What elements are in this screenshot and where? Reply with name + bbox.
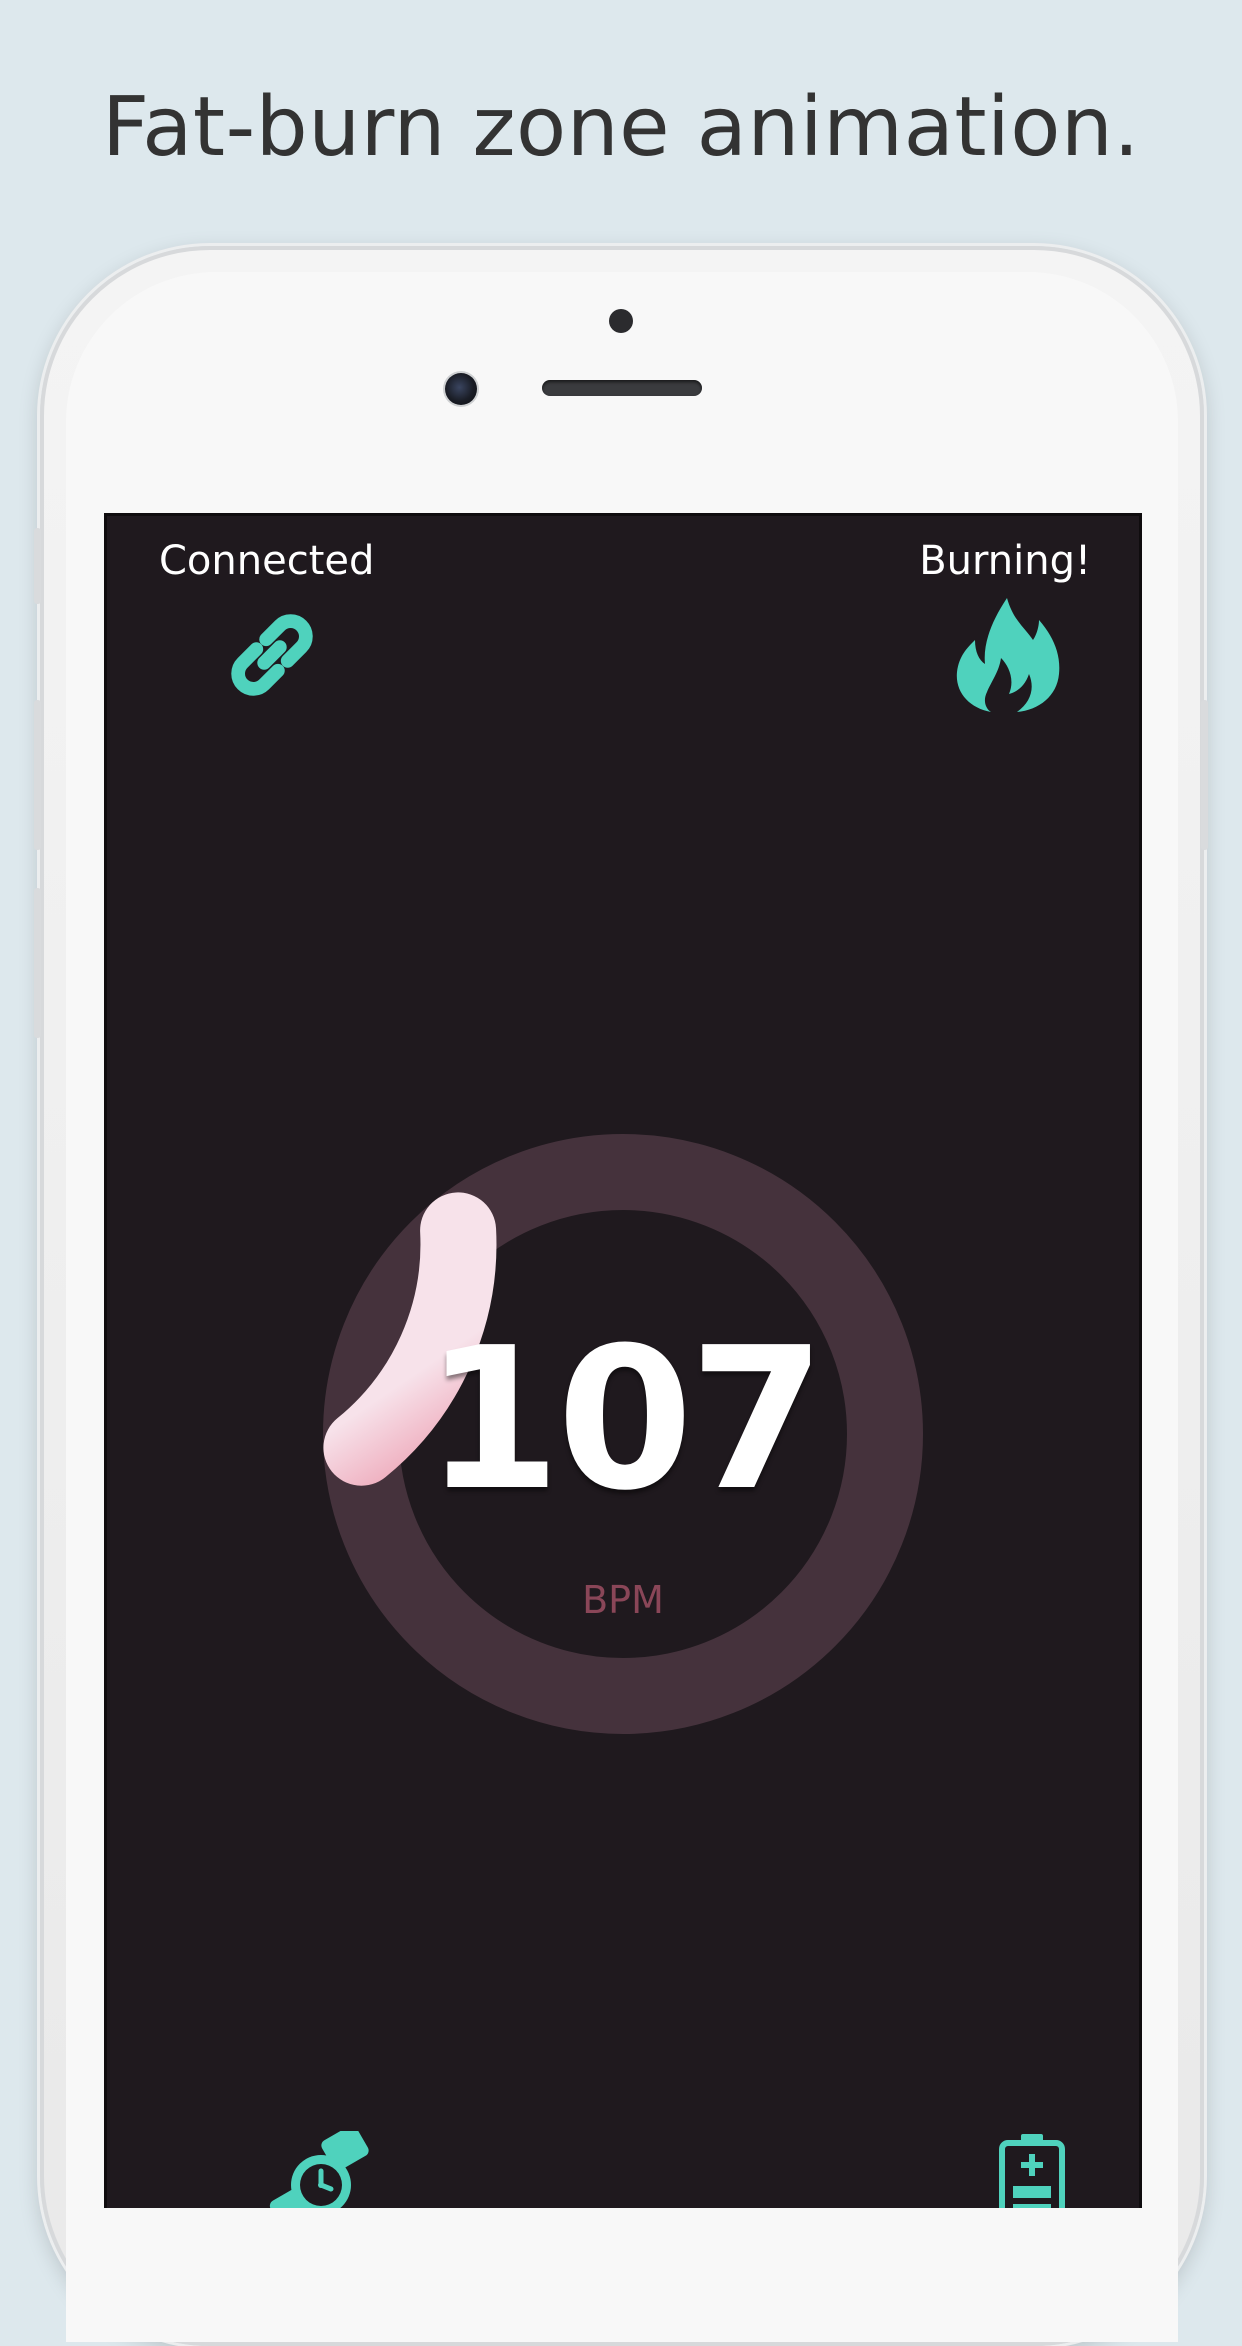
watch-icon[interactable] bbox=[265, 2131, 381, 2208]
battery-icon[interactable] bbox=[999, 2134, 1065, 2208]
link-icon[interactable] bbox=[223, 606, 321, 704]
connection-status-label: Connected bbox=[159, 538, 375, 584]
bpm-value: 107 bbox=[424, 1306, 825, 1534]
proximity-sensor bbox=[609, 309, 633, 333]
power-button bbox=[1201, 700, 1208, 850]
volume-down-button bbox=[34, 888, 41, 1038]
front-camera bbox=[445, 373, 477, 405]
flame-icon bbox=[956, 598, 1060, 712]
app-screen: Connected Burning! 107 BPM bbox=[104, 513, 1142, 2208]
zone-status-label: Burning! bbox=[919, 538, 1091, 584]
bpm-unit-label: BPM bbox=[582, 1578, 664, 1622]
volume-up-button bbox=[34, 700, 41, 850]
mute-switch bbox=[34, 528, 41, 604]
earpiece-speaker bbox=[542, 380, 702, 396]
caption-title: Fat-burn zone animation. bbox=[102, 80, 1140, 175]
